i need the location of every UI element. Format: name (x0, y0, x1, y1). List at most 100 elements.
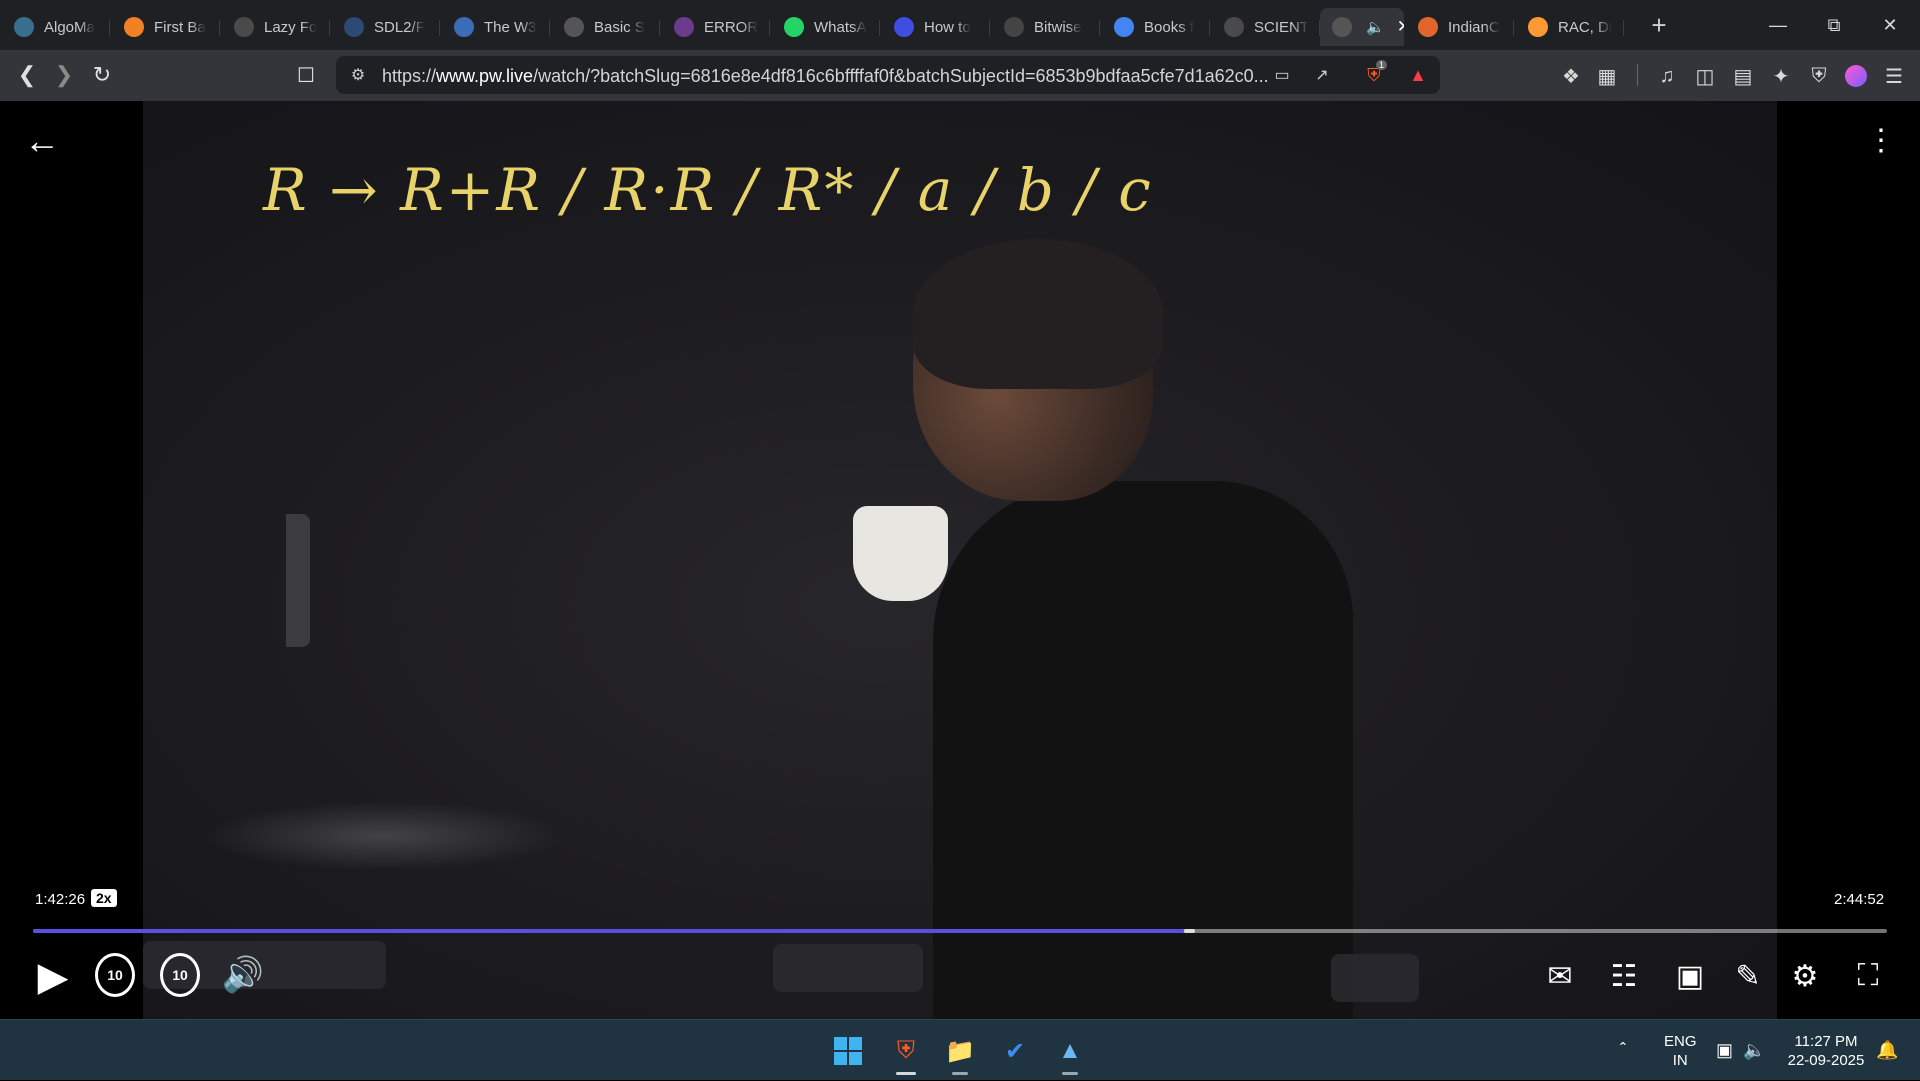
brave-browser-icon[interactable]: ⛨ (888, 1033, 924, 1075)
back-icon[interactable]: ❮ (9, 57, 45, 93)
lecturer-shirt (933, 481, 1353, 1019)
minimize-icon[interactable]: — (1750, 0, 1806, 50)
wallet-icon[interactable]: ▤ (1729, 62, 1757, 90)
language-code: ENG (1664, 1032, 1697, 1050)
globe-icon (1332, 17, 1352, 37)
leo-ai-icon[interactable]: ✦ (1767, 62, 1795, 90)
tab-4[interactable]: The W3 (440, 8, 550, 46)
network-icon[interactable]: ▣ (1716, 1020, 1733, 1081)
volume-icon[interactable]: 🔊 (220, 953, 266, 997)
tab-label: AlgoMa (44, 18, 95, 36)
notes-icon[interactable]: ✎ (1728, 956, 1768, 996)
vpn-icon[interactable]: ⛨ (1805, 62, 1833, 90)
audio-playing-icon[interactable]: 🔈 (1366, 18, 1385, 36)
forward-10-icon[interactable]: 10 (160, 953, 200, 997)
bookmark-icon[interactable]: ☐ (288, 57, 324, 93)
video-frame[interactable]: R → R+R / R·R / R* / a / b / c PW (143, 101, 1777, 1019)
todo-icon[interactable]: ✔ (997, 1033, 1033, 1069)
playback-speed-badge[interactable]: 2x (91, 889, 117, 907)
rewind-10-icon[interactable]: 10 (95, 953, 135, 997)
windows-taskbar: ⛨ 📁 ✔ ▲ ˆ ENG IN ▣ 🔈 11:27 PM 22-09-2025… (0, 1019, 1920, 1080)
globe-icon (1224, 17, 1244, 37)
board-camera-button (1331, 954, 1419, 1002)
rewind-label: 10 (107, 967, 123, 983)
main-menu-icon[interactable]: ☰ (1880, 62, 1908, 90)
share-icon[interactable]: ↗ (1310, 64, 1334, 86)
tab-label: ERROR (704, 18, 759, 36)
tab-label: First Ba (154, 18, 206, 36)
tab-strip: AlgoMa First Ba Lazy Fo SDL2/F The W3 Basic S… (0, 0, 1920, 50)
tab-label: SCIENT (1254, 18, 1310, 36)
restore-icon[interactable]: ⧉ (1806, 0, 1862, 50)
new-tab-button[interactable]: + (1644, 10, 1674, 41)
video-player[interactable]: R → R+R / R·R / R* / a / b / c PW ← ⋮ 1:… (0, 101, 1920, 1019)
back-arrow-icon[interactable]: ← (24, 123, 60, 159)
tab-7[interactable]: WhatsA (770, 8, 880, 46)
brave-search-icon (894, 17, 914, 37)
tab-11[interactable]: SCIENT (1210, 8, 1320, 46)
url-text[interactable]: https://www.pw.live/watch/?batchSlug=681… (382, 66, 1269, 87)
extensions-icon[interactable]: ❖ (1557, 62, 1585, 90)
settings-icon[interactable]: ⚙ (1785, 956, 1825, 996)
brave-rewards-icon[interactable]: ▲ (1406, 64, 1430, 86)
tab-active-playing[interactable]: 🔈 ✕ (1320, 8, 1404, 46)
tab-5[interactable]: Basic S (550, 8, 660, 46)
tab-13[interactable]: RAC, Di (1514, 8, 1624, 46)
close-window-icon[interactable]: ✕ (1862, 0, 1918, 50)
tab-8[interactable]: How to (880, 8, 990, 46)
play-icon[interactable]: ▶ (34, 955, 72, 999)
language-indicator[interactable]: ENG IN (1664, 1020, 1697, 1081)
reload-icon[interactable]: ↻ (84, 57, 120, 93)
speaker-icon[interactable]: 🔈 (1743, 1020, 1765, 1081)
notifications-icon[interactable]: 🔔 (1876, 1020, 1898, 1081)
current-time: 1:42:26 (35, 891, 86, 908)
close-tab-icon[interactable]: ✕ (1397, 17, 1404, 37)
picture-in-picture-icon[interactable]: ▣ (1670, 956, 1710, 996)
more-options-icon[interactable]: ⋮ (1866, 121, 1896, 161)
seek-bar[interactable] (33, 929, 1887, 933)
tab-9[interactable]: Bitwise (990, 8, 1100, 46)
file-explorer-icon[interactable]: 📁 (942, 1033, 978, 1075)
chat-icon[interactable]: ✉ (1540, 956, 1580, 996)
clock-date: 22-09-2025 (1787, 1051, 1865, 1069)
sdl-icon (344, 17, 364, 37)
floor-reflection (203, 801, 563, 871)
cast-icon[interactable]: ▭ (1270, 64, 1294, 86)
address-bar[interactable]: ⚙ https://www.pw.live/watch/?batchSlug=6… (336, 56, 1440, 94)
tab-6[interactable]: ERROR (660, 8, 770, 46)
tab-12[interactable]: IndianC (1404, 8, 1514, 46)
windows-start-icon[interactable] (830, 1033, 866, 1069)
fullscreen-icon[interactable]: ⛶ (1848, 956, 1888, 996)
sidebar-icon[interactable]: ◫ (1691, 62, 1719, 90)
translate-icon[interactable]: ☷ (1604, 956, 1644, 996)
tab-2[interactable]: Lazy Fo (220, 8, 330, 46)
forward-label: 10 (172, 967, 188, 983)
google-icon (1114, 17, 1134, 37)
played-range (33, 929, 1185, 933)
region-code: IN (1672, 1051, 1688, 1069)
tab-1[interactable]: First Ba (110, 8, 220, 46)
tab-label: SDL2/F (374, 18, 425, 36)
tab-label: Bitwise (1034, 18, 1082, 36)
tab-10[interactable]: Books f (1100, 8, 1210, 46)
tab-0[interactable]: AlgoMa (0, 8, 110, 46)
tab-label: How to (924, 18, 971, 36)
profile-avatar[interactable] (1842, 62, 1870, 90)
toolbar-divider (1637, 64, 1638, 86)
tab-label: Lazy Fo (264, 18, 318, 36)
browser-toolbar: ❮ ❯ ↻ ☐ ⚙ https://www.pw.live/watch/?bat… (0, 50, 1920, 101)
board-writing: R → R+R / R·R / R* / a / b / c (263, 156, 1153, 224)
media-icon[interactable]: ♫ (1653, 62, 1681, 90)
total-duration: 2:44:52 (1834, 891, 1885, 908)
clock[interactable]: 11:27 PM 22-09-2025 (1786, 1020, 1866, 1081)
photos-icon[interactable]: ▲ (1052, 1033, 1088, 1075)
forward-icon[interactable]: ❯ (46, 57, 82, 93)
algomaster-icon (14, 17, 34, 37)
left-panel-handle[interactable] (286, 514, 310, 647)
screenshot-icon[interactable]: ▦ (1593, 62, 1621, 90)
site-settings-icon[interactable]: ⚙ (346, 64, 370, 86)
clock-time: 11:27 PM (1794, 1032, 1858, 1050)
tab-3[interactable]: SDL2/F (330, 8, 440, 46)
show-hidden-icons[interactable]: ˆ (1620, 1020, 1626, 1081)
lecturer-hair (913, 239, 1163, 389)
